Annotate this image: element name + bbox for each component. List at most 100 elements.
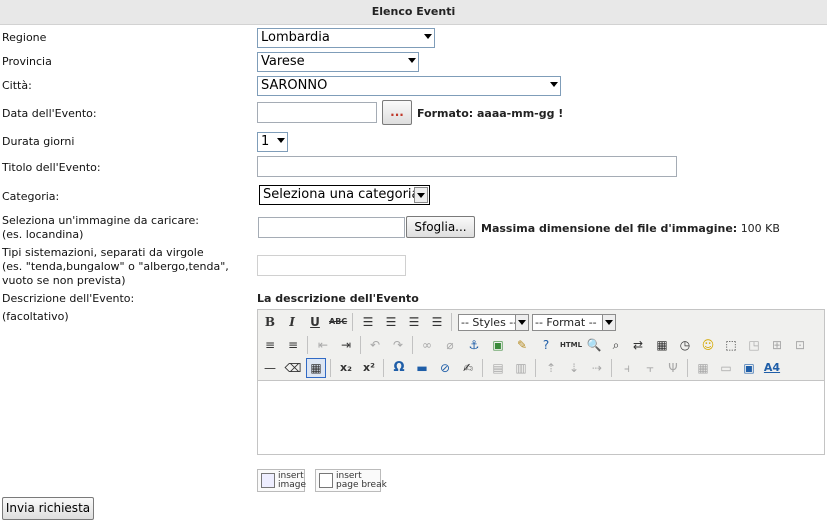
toolbar-separator — [451, 313, 452, 331]
regione-label: Regione — [2, 31, 47, 44]
subscript-icon[interactable]: x₂ — [337, 359, 355, 377]
provincia-select[interactable]: Varese — [257, 52, 419, 72]
insert-page-break-button[interactable]: insert page break — [315, 469, 387, 492]
data-label: Data dell'Evento: — [2, 107, 97, 120]
align-center-icon[interactable]: ☰ — [382, 313, 400, 331]
delete-row-icon[interactable]: ⇢ — [588, 359, 606, 377]
row-before-icon[interactable]: ⇡ — [542, 359, 560, 377]
anchor-icon[interactable]: ⚓ — [465, 336, 483, 354]
titolo-label: Titolo dell'Evento: — [2, 161, 101, 174]
absolute-position-icon[interactable]: ⊡ — [791, 336, 809, 354]
html-source-icon[interactable]: HTML — [560, 336, 582, 354]
edit-attributes-icon[interactable]: ✍ — [459, 359, 477, 377]
toolbar-separator — [307, 336, 308, 354]
flash-icon[interactable]: ⊘ — [436, 359, 454, 377]
insert-date-icon[interactable]: ▦ — [653, 336, 671, 354]
emoticon-icon[interactable]: ☺ — [699, 336, 717, 354]
date-picker-button[interactable]: ... — [382, 100, 412, 125]
insert-image-button[interactable]: insert image — [257, 469, 306, 492]
redo-icon[interactable]: ↷ — [389, 336, 407, 354]
align-justify-icon[interactable]: ☰ — [428, 313, 446, 331]
strikethrough-icon[interactable]: ABC — [329, 313, 347, 331]
insert-time-icon[interactable]: ◷ — [676, 336, 694, 354]
italic-icon[interactable]: I — [283, 313, 301, 331]
move-forward-icon[interactable]: ◳ — [745, 336, 763, 354]
format-select-value: -- Format -- — [535, 316, 597, 329]
file-path-input[interactable] — [258, 217, 405, 238]
immagine-label-line2: (es. locandina) — [2, 228, 84, 241]
descrizione-label-line1: Descrizione dell'Evento: — [2, 292, 135, 305]
chevron-down-icon — [550, 82, 558, 87]
regione-select[interactable]: Lombardia — [257, 28, 435, 48]
insert-layer-icon[interactable]: ⊞ — [768, 336, 786, 354]
browse-button[interactable]: Sfoglia... — [406, 216, 475, 238]
format-select[interactable]: -- Format -- — [532, 314, 616, 331]
durata-select[interactable]: 1 — [257, 132, 288, 152]
page-break-icon — [319, 473, 333, 488]
fullscreen-icon[interactable]: ▣ — [740, 359, 758, 377]
editor-content-area[interactable] — [258, 381, 824, 454]
titolo-input[interactable] — [257, 156, 677, 177]
sistemazioni-label-line3: vuoto se non prevista) — [2, 274, 126, 287]
immagine-label: Seleziona un'immagine da caricare: (es. … — [2, 214, 199, 242]
outdent-icon[interactable]: ⇤ — [314, 336, 332, 354]
toolbar-separator — [611, 359, 612, 377]
sistemazioni-input[interactable] — [257, 255, 406, 276]
provincia-value: Varese — [261, 54, 305, 69]
numbered-list-icon[interactable]: ≡ — [284, 336, 302, 354]
categoria-value: Seleziona una categoria — [263, 187, 420, 202]
citta-value: SARONNO — [261, 78, 328, 93]
preview-icon[interactable]: 🔍 — [585, 336, 603, 354]
toolbar-separator — [352, 313, 353, 331]
chevron-down-icon — [424, 34, 432, 39]
superscript-icon[interactable]: x² — [360, 359, 378, 377]
citta-select[interactable]: SARONNO — [257, 76, 561, 96]
immagine-label-line1: Seleziona un'immagine da caricare: — [2, 214, 199, 227]
bullet-list-icon[interactable]: ≡ — [261, 336, 279, 354]
cleanup-icon[interactable]: ✎ — [513, 336, 531, 354]
link-icon[interactable]: ∞ — [418, 336, 436, 354]
align-right-icon[interactable]: ☰ — [405, 313, 423, 331]
media-icon[interactable]: ▬ — [413, 359, 431, 377]
bold-icon[interactable]: B — [261, 313, 279, 331]
visual-aid-icon[interactable]: ⬚ — [722, 336, 740, 354]
cell-props-icon[interactable]: ▥ — [512, 359, 530, 377]
underline-icon[interactable]: U — [306, 313, 324, 331]
help-icon[interactable]: ? — [537, 336, 555, 354]
editor-title: La descrizione dell'Evento — [257, 292, 419, 305]
special-char-icon[interactable]: Ω — [390, 359, 408, 377]
toolbar-separator — [687, 359, 688, 377]
chevron-down-icon — [602, 315, 615, 330]
toolbar-separator — [535, 359, 536, 377]
rich-text-editor: B I U ABC ☰ ☰ ☰ ☰ -- Styles -- -- Format… — [257, 309, 825, 455]
categoria-select[interactable]: Seleziona una categoria — [259, 185, 430, 205]
row-after-icon[interactable]: ⇣ — [565, 359, 583, 377]
durata-value: 1 — [261, 134, 270, 149]
font-size-icon[interactable]: A4 — [763, 359, 781, 377]
eraser-icon[interactable]: ⌫ — [284, 359, 302, 377]
col-before-icon[interactable]: ⫞ — [618, 359, 636, 377]
replace-icon[interactable]: ⇄ — [629, 336, 647, 354]
col-after-icon[interactable]: ⫟ — [641, 359, 659, 377]
find-icon[interactable]: ⌕ — [607, 336, 625, 354]
submit-button[interactable]: Invia richiesta — [2, 497, 94, 520]
toolbar-separator — [360, 336, 361, 354]
image-icon[interactable]: ▣ — [489, 336, 507, 354]
unlink-icon[interactable]: ⌀ — [441, 336, 459, 354]
editor-toolbar: B I U ABC ☰ ☰ ☰ ☰ -- Styles -- -- Format… — [258, 310, 824, 381]
undo-icon[interactable]: ↶ — [366, 336, 384, 354]
styles-select[interactable]: -- Styles -- — [458, 314, 529, 331]
delete-col-icon[interactable]: Ψ — [664, 359, 682, 377]
toolbar-separator — [412, 336, 413, 354]
data-input[interactable] — [257, 102, 377, 123]
horizontal-rule-icon[interactable]: — — [261, 359, 279, 377]
align-left-icon[interactable]: ☰ — [359, 313, 377, 331]
provincia-label: Provincia — [2, 55, 52, 68]
max-size-label: Massima dimensione del file d'immagine: — [481, 222, 738, 235]
row-props-icon[interactable]: ▤ — [489, 359, 507, 377]
indent-icon[interactable]: ⇥ — [337, 336, 355, 354]
split-cells-icon[interactable]: ▦ — [694, 359, 712, 377]
table-icon[interactable]: ▦ — [306, 358, 326, 378]
merge-cells-icon[interactable]: ▭ — [717, 359, 735, 377]
chevron-down-icon — [515, 315, 528, 330]
